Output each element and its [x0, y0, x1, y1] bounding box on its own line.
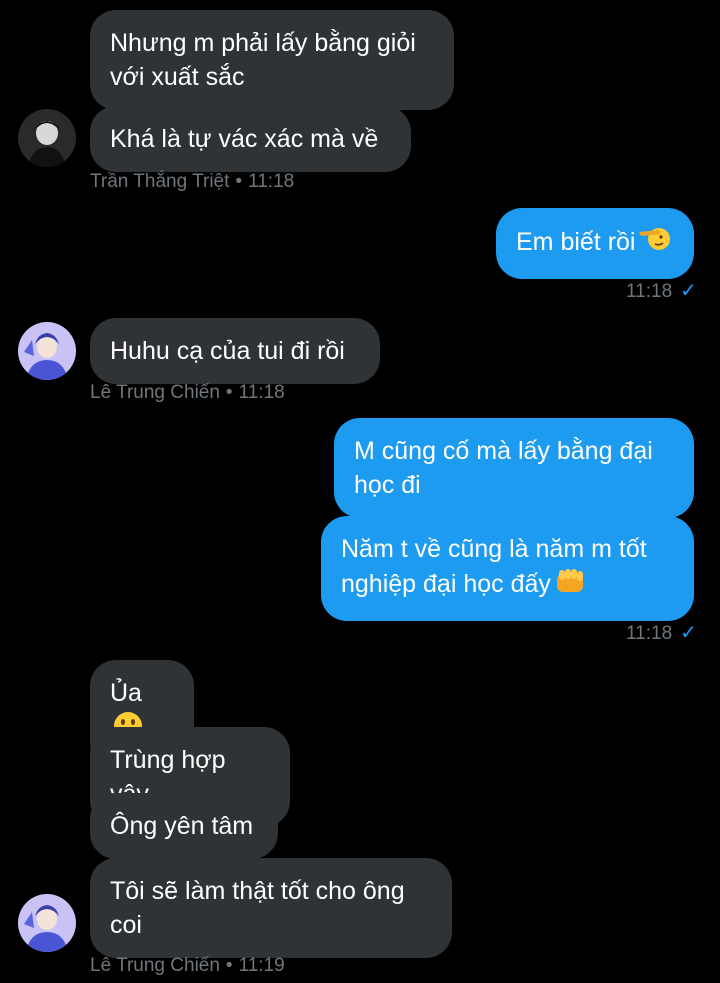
- message-meta: Lê Trung Chiến • 11:19: [90, 955, 285, 976]
- message-text: Khá là tự vác xác mà về: [110, 125, 379, 153]
- timestamp: 11:19: [238, 955, 285, 976]
- timestamp: 11:18: [238, 382, 285, 403]
- timestamp: 11:18: [626, 623, 673, 644]
- message-text: Năm t về cũng là năm m tốt nghiệp đại họ…: [341, 535, 647, 599]
- sent-check-icon: ✓: [680, 622, 697, 644]
- sent-check-icon: ✓: [680, 280, 697, 302]
- message-text: Tôi sẽ làm thật tốt cho ông coi: [110, 877, 405, 939]
- message-bubble-incoming[interactable]: Khá là tự vác xác mà về: [90, 106, 411, 172]
- message-bubble-incoming[interactable]: Nhưng m phải lấy bằng giỏi với xuất sắc: [90, 10, 454, 110]
- saluting-face-icon: [637, 224, 671, 263]
- message-text: Ủa: [110, 679, 142, 707]
- avatar[interactable]: [18, 322, 76, 380]
- avatar[interactable]: [18, 109, 76, 167]
- message-text: Ông yên tâm: [110, 812, 254, 840]
- message-meta: 11:18 ✓: [626, 620, 697, 645]
- timestamp: 11:18: [248, 171, 295, 192]
- message-text: M cũng cố mà lấy bằng đại học đi: [354, 437, 653, 499]
- avatar[interactable]: [18, 894, 76, 952]
- message-bubble-outgoing[interactable]: Em biết rồi: [496, 208, 694, 279]
- message-bubble-incoming[interactable]: Huhu cạ của tui đi rồi: [90, 318, 380, 384]
- avatar-blue-illustration-icon: [18, 894, 76, 952]
- message-meta: 11:18 ✓: [626, 278, 697, 303]
- message-text: Em biết rồi: [516, 228, 636, 257]
- message-meta: Lê Trung Chiến • 11:18: [90, 382, 285, 403]
- message-bubble-outgoing[interactable]: M cũng cố mà lấy bằng đại học đi: [334, 418, 694, 518]
- sender-name: Lê Trung Chiến: [90, 955, 220, 976]
- message-bubble-incoming[interactable]: Ông yên tâm: [90, 793, 278, 859]
- message-text: Huhu cạ của tui đi rồi: [110, 337, 345, 365]
- sender-name: Lê Trung Chiến: [90, 382, 220, 403]
- avatar-dark-portrait-icon: [18, 109, 76, 167]
- message-text: Nhưng m phải lấy bằng giỏi với xuất sắc: [110, 29, 416, 91]
- raised-fist-icon: [553, 566, 587, 605]
- timestamp: 11:18: [626, 281, 673, 302]
- message-bubble-incoming[interactable]: Tôi sẽ làm thật tốt cho ông coi: [90, 858, 452, 958]
- message-bubble-outgoing[interactable]: Năm t về cũng là năm m tốt nghiệp đại họ…: [321, 516, 694, 621]
- avatar-blue-illustration-icon: [18, 322, 76, 380]
- message-meta: Trần Thắng Triệt • 11:18: [90, 171, 295, 192]
- sender-name: Trần Thắng Triệt: [90, 171, 230, 192]
